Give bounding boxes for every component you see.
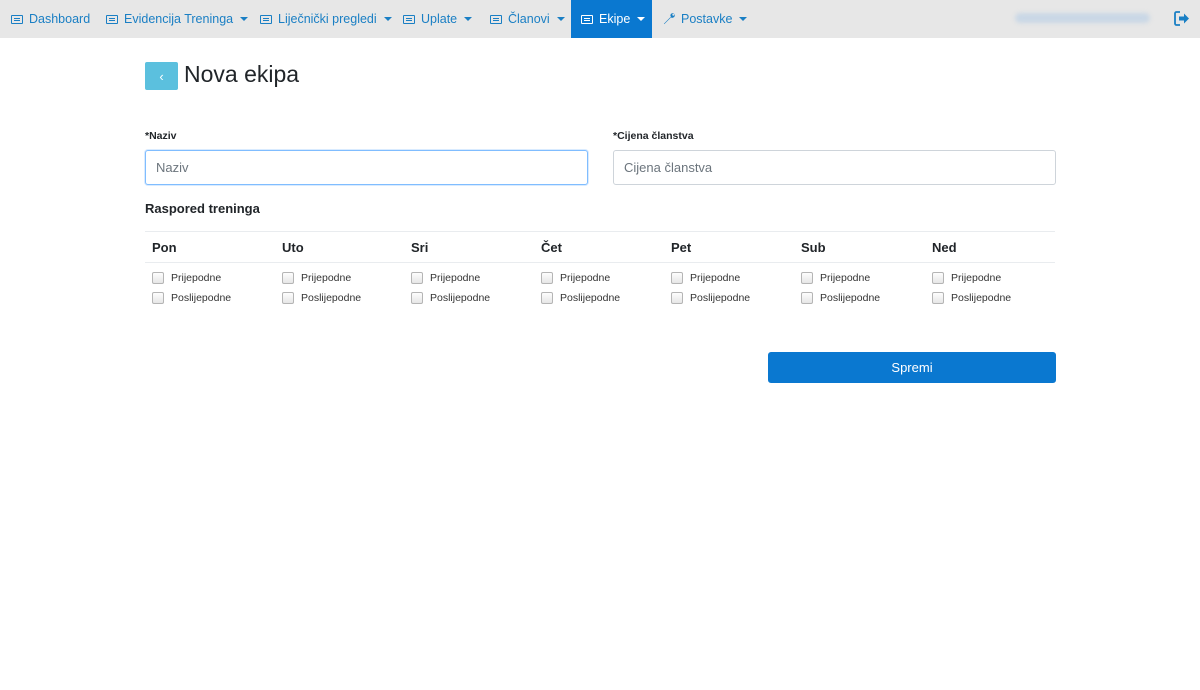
day-name: Ned	[932, 240, 957, 255]
checkbox[interactable]	[801, 272, 813, 284]
divider	[145, 231, 1055, 232]
checkbox[interactable]	[671, 272, 683, 284]
poslijepodne-option[interactable]: Poslijepodne	[541, 292, 620, 304]
prijepodne-option[interactable]: Prijepodne	[282, 272, 351, 284]
option-label: Poslijepodne	[171, 292, 232, 304]
checkbox[interactable]	[932, 272, 944, 284]
day-name: Uto	[282, 240, 304, 255]
prijepodne-option[interactable]: Prijepodne	[541, 272, 610, 284]
page-title: Nova ekipa	[184, 61, 300, 87]
poslijepodne-option[interactable]: Poslijepodne	[411, 292, 490, 304]
cijena-clanstva-label: *Cijena članstva	[613, 130, 694, 142]
caret-down-icon	[464, 17, 473, 21]
checkbox[interactable]	[152, 292, 164, 304]
option-label: Prijepodne	[430, 272, 481, 284]
nav-uplate-label: Uplate	[421, 12, 458, 26]
nav-ljecnicki-pregledi[interactable]: Liječnički pregledi	[260, 0, 392, 38]
list-icon	[106, 14, 118, 24]
naziv-input[interactable]	[145, 150, 588, 185]
day-name: Čet	[541, 240, 562, 255]
nav-postavke-label: Postavke	[681, 12, 733, 26]
option-label: Poslijepodne	[951, 292, 1012, 304]
checkbox[interactable]	[541, 292, 553, 304]
list-icon	[581, 14, 593, 24]
option-label: Poslijepodne	[690, 292, 751, 304]
nav-dashboard[interactable]: Dashboard	[11, 0, 90, 38]
nav-clanovi-label: Članovi	[508, 12, 550, 26]
nav-uplate[interactable]: Uplate	[403, 0, 473, 38]
nav-evidencija-treninga[interactable]: Evidencija Treninga	[106, 0, 249, 38]
checkbox[interactable]	[411, 292, 423, 304]
checkbox[interactable]	[411, 272, 423, 284]
option-label: Prijepodne	[560, 272, 611, 284]
option-label: Prijepodne	[301, 272, 352, 284]
option-label: Poslijepodne	[430, 292, 491, 304]
naziv-label: *Naziv	[145, 130, 177, 142]
prijepodne-option[interactable]: Prijepodne	[801, 272, 870, 284]
option-label: Poslijepodne	[301, 292, 362, 304]
caret-down-icon	[383, 17, 392, 21]
nav-postavke[interactable]: Postavke	[663, 0, 748, 38]
list-icon	[490, 14, 502, 24]
list-icon	[260, 14, 272, 24]
poslijepodne-option[interactable]: Poslijepodne	[932, 292, 1011, 304]
checkbox[interactable]	[152, 272, 164, 284]
option-label: Prijepodne	[690, 272, 741, 284]
checkbox[interactable]	[671, 292, 683, 304]
option-label: Prijepodne	[951, 272, 1002, 284]
nav-ljecnicki-label: Liječnički pregledi	[278, 12, 377, 26]
caret-down-icon	[637, 17, 646, 21]
day-name: Pet	[671, 240, 692, 255]
prijepodne-option[interactable]: Prijepodne	[152, 272, 221, 284]
caret-down-icon	[739, 17, 748, 21]
save-button[interactable]: Spremi	[768, 352, 1056, 383]
day-name: Pon	[152, 240, 177, 255]
nav-ekipe[interactable]: Ekipe	[571, 0, 652, 38]
wrench-icon	[663, 13, 675, 25]
top-navbar: Dashboard Evidencija Treninga Liječnički…	[0, 0, 1200, 38]
cijena-clanstva-input[interactable]	[613, 150, 1056, 185]
list-icon	[11, 14, 23, 24]
back-button[interactable]: ‹	[145, 62, 178, 90]
option-label: Poslijepodne	[560, 292, 621, 304]
checkbox[interactable]	[282, 272, 294, 284]
day-name: Sub	[801, 240, 826, 255]
poslijepodne-option[interactable]: Poslijepodne	[282, 292, 361, 304]
list-icon	[403, 14, 415, 24]
nav-ekipe-label: Ekipe	[599, 12, 631, 26]
poslijepodne-option[interactable]: Poslijepodne	[801, 292, 880, 304]
divider	[145, 262, 1055, 263]
prijepodne-option[interactable]: Prijepodne	[671, 272, 740, 284]
nav-clanovi[interactable]: Članovi	[490, 0, 565, 38]
checkbox[interactable]	[932, 292, 944, 304]
poslijepodne-option[interactable]: Poslijepodne	[671, 292, 750, 304]
raspored-treninga-title: Raspored treninga	[145, 201, 260, 216]
prijepodne-option[interactable]: Prijepodne	[932, 272, 1001, 284]
user-name-blurred[interactable]	[1015, 13, 1150, 23]
caret-down-icon	[240, 17, 249, 21]
poslijepodne-option[interactable]: Poslijepodne	[152, 292, 231, 304]
caret-down-icon	[556, 17, 565, 21]
option-label: Prijepodne	[171, 272, 222, 284]
day-name: Sri	[411, 240, 429, 255]
checkbox[interactable]	[801, 292, 813, 304]
prijepodne-option[interactable]: Prijepodne	[411, 272, 480, 284]
option-label: Prijepodne	[820, 272, 871, 284]
nav-evidencija-label: Evidencija Treninga	[124, 12, 234, 26]
logout-icon[interactable]	[1174, 11, 1190, 26]
checkbox[interactable]	[282, 292, 294, 304]
nav-dashboard-label: Dashboard	[29, 12, 91, 26]
checkbox[interactable]	[541, 272, 553, 284]
option-label: Poslijepodne	[820, 292, 881, 304]
